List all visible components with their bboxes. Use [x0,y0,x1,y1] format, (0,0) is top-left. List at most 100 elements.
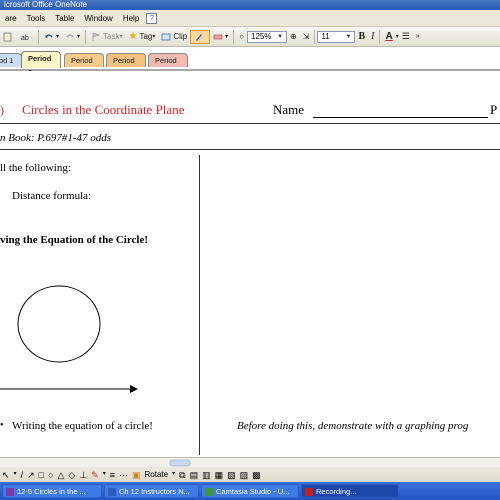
triangle-tool-icon[interactable]: △ [58,470,65,481]
undo-icon [45,33,53,38]
help-search-icon[interactable]: ? [146,12,158,24]
windows-taskbar: 12-5 Circles in the ... Ch 12 Instructor… [0,482,500,500]
menu-item-share[interactable]: are [0,14,22,23]
chevron-down-icon: ▼ [345,33,352,40]
period-label: P [490,102,498,117]
pen-mode-button[interactable] [190,29,211,44]
zoom-in-button[interactable]: ⊕ [287,30,300,44]
tab-period-2[interactable]: Period 2 [21,51,61,77]
chevron-down-icon[interactable]: ▾ [103,470,106,481]
menu-item-tools[interactable]: Tools [22,14,51,23]
tab-period-4[interactable]: Period 4 [106,53,146,79]
chevron-down-icon[interactable]: ▾ [172,470,175,481]
menu-item-help[interactable]: Help [118,14,144,23]
arrow-head-icon [130,385,138,393]
window-title-bar: icrosoft Office OneNote [0,0,500,10]
bold-button[interactable]: B [355,30,368,44]
ungroup-icon[interactable]: ▩ [252,470,261,481]
toolbar-separator [85,29,87,44]
note-page[interactable]: ) Circles in the Coordinate Plane Name P… [0,71,500,457]
drawing-tools: ↖ ▾ / ↗ □ ○ △ ◇ ⊥ ✎ ▾ ≡ ⋯ ▣ Rotate ▾ ⧉ ▤… [0,469,500,482]
rectangle-tool-icon[interactable]: □ [39,470,44,481]
window-title: icrosoft Office OneNote [4,0,87,9]
italic-button[interactable]: I [368,30,377,44]
chevron-down-icon: ▾ [77,34,81,40]
spelling-button[interactable]: ab [18,30,36,44]
toolbar-separator [379,29,381,44]
task-label: Task [103,32,120,41]
ellipse-tool-icon[interactable]: ○ [48,470,53,481]
name-blank-line [313,117,488,118]
recording-icon [305,488,313,496]
redo-icon [66,33,74,37]
toolbar-handle[interactable] [0,30,18,44]
clip-button[interactable]: Clip [158,30,190,44]
chevron-down-icon: ▾ [152,34,156,40]
zoom-in-icon: ⊕ [290,32,297,41]
eraser-button[interactable]: ▾ [210,30,231,44]
taskbar-item-label: Recording... [316,487,357,496]
menu-bar: are Tools Table Window Help ? [0,10,500,27]
taskbar-item-word[interactable]: Ch 12 Instructors N... [104,484,199,498]
taskbar-item-recording[interactable]: Recording... [301,484,399,498]
line-tool-icon[interactable]: / [21,470,24,481]
equation-heading[interactable]: ving the Equation of the Circle! [0,234,148,246]
chevron-down-icon: ▾ [119,34,123,40]
menu-item-window[interactable]: Window [79,14,117,23]
onenote-icon [6,488,14,496]
arrange-icon[interactable]: ⧉ [179,470,185,481]
clip-label: Clip [173,32,188,41]
distance-formula-text[interactable]: Distance formula: [12,190,91,202]
diamond-tool-icon[interactable]: ◇ [68,470,75,481]
screen-clip-icon [161,33,171,40]
font-size-select[interactable]: 11 ▼ [317,30,356,43]
full-page-view-button[interactable]: ⇲ [300,30,313,44]
recall-text[interactable]: ll the following: [0,162,71,174]
align-right-icon[interactable]: ▦ [215,470,224,481]
tab-period-6[interactable]: Period 6 [148,53,188,79]
graphing-note-text[interactable]: Before doing this, demonstrate with a gr… [237,420,468,432]
zoom-value: 125% [251,32,272,41]
image-icon[interactable]: ▣ [132,470,141,481]
distribute-icon[interactable]: ▧ [227,470,236,481]
page-title[interactable]: Circles in the Coordinate Plane [22,102,184,118]
pen-color-icon[interactable]: ✎ [91,470,99,481]
horizontal-scrollbar[interactable] [0,459,500,467]
task-flag-icon [92,32,101,41]
bullets-button[interactable]: ☰ [399,30,413,44]
writing-equation-text[interactable]: Writing the equation of a circle! [12,420,153,432]
tab-period-3[interactable]: Period 3 [64,53,104,79]
toolbar-overflow-button[interactable]: » [413,30,423,44]
chevron-down-icon[interactable]: ▾ [14,470,17,481]
taskbar-item-label: Ch 12 Instructors N... [119,487,190,496]
tag-label: Tag [139,32,153,41]
align-left-icon[interactable]: ▤ [190,470,199,481]
drawing-toolbar: ↖ ▾ / ↗ □ ○ △ ◇ ⊥ ✎ ▾ ≡ ⋯ ▣ Rotate ▾ ⧉ ▤… [0,457,500,482]
task-button[interactable]: Task ▾ [88,30,125,44]
zoom-select[interactable]: 125% ▼ [247,30,288,43]
word-icon [108,488,116,496]
font-color-button[interactable]: A [382,30,395,44]
circle-drawing[interactable] [0,271,200,396]
selection-arrow-icon[interactable]: ↖ [2,470,10,481]
assignment-text[interactable]: n Book: P.697#1-47 odds [0,132,111,144]
axes-tool-icon[interactable]: ⊥ [79,470,87,481]
bullets-icon: ☰ [401,31,410,41]
tag-button[interactable]: ★ Tag ▾ [126,30,159,44]
overflow-icon: » [415,33,420,40]
standard-toolbar: ab ▾ ▾ Task ▾ ★ Tag ▾ Clip ▾ ○ 125% ▼ ⊕ [0,27,500,47]
line-style-icon[interactable]: ⋯ [119,470,128,481]
taskbar-item-camtasia[interactable]: Camtasia Studio - U... [201,484,299,498]
taskbar-item-onenote[interactable]: 12-5 Circles in the ... [2,484,102,498]
redo-button[interactable]: ▾ [62,30,83,44]
align-center-icon[interactable]: ▥ [202,470,211,481]
menu-item-table[interactable]: Table [50,14,79,23]
pen-weight-icon[interactable]: ≡ [110,470,115,481]
undo-button[interactable]: ▾ [41,30,62,44]
circle-shape [17,285,101,363]
tab-period-1[interactable]: od 1 [0,53,22,67]
zoom-out-button[interactable]: ○ [236,30,247,44]
group-icon[interactable]: ▨ [240,470,249,481]
rotate-button[interactable]: Rotate [145,470,169,481]
arrow-tool-icon[interactable]: ↗ [27,470,35,481]
